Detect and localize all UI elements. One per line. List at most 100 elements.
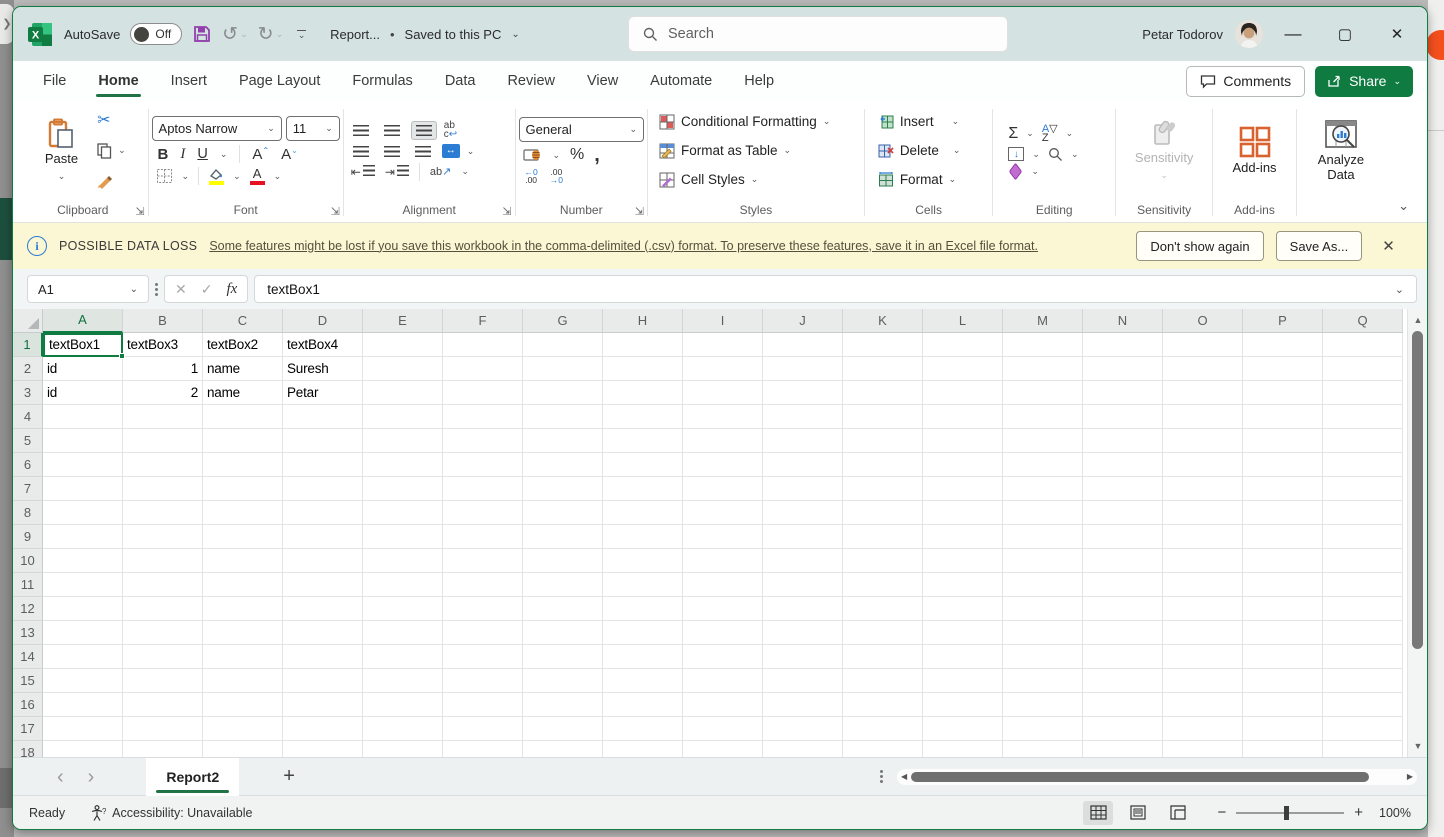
vertical-scroll-thumb[interactable]: [1412, 331, 1423, 649]
cell-D12[interactable]: [283, 597, 363, 621]
cell-H5[interactable]: [603, 429, 683, 453]
cell-G11[interactable]: [523, 573, 603, 597]
cell-D11[interactable]: [283, 573, 363, 597]
cell-N6[interactable]: [1083, 453, 1163, 477]
cell-E12[interactable]: [363, 597, 443, 621]
cell-A5[interactable]: [43, 429, 123, 453]
cell-Q18[interactable]: [1323, 741, 1403, 757]
cell-E14[interactable]: [363, 645, 443, 669]
cell-B8[interactable]: [123, 501, 203, 525]
cell-P18[interactable]: [1243, 741, 1323, 757]
insert-function-button[interactable]: fx: [226, 281, 237, 298]
search-input[interactable]: Search: [628, 16, 1008, 52]
cell-J17[interactable]: [763, 717, 843, 741]
save-icon[interactable]: [192, 24, 212, 44]
cell-P12[interactable]: [1243, 597, 1323, 621]
column-header-D[interactable]: D: [283, 309, 363, 333]
find-select-chevron-icon[interactable]: ⌄: [1071, 149, 1079, 160]
cell-O11[interactable]: [1163, 573, 1243, 597]
cell-Q14[interactable]: [1323, 645, 1403, 669]
cell-D15[interactable]: [283, 669, 363, 693]
cell-L5[interactable]: [923, 429, 1003, 453]
row-header-6[interactable]: 6: [13, 453, 43, 477]
accessibility-status[interactable]: ? Accessibility: Unavailable: [91, 804, 252, 821]
cell-E10[interactable]: [363, 549, 443, 573]
font-name-combo[interactable]: Aptos Narrow ⌄: [151, 116, 282, 141]
cell-C18[interactable]: [203, 741, 283, 757]
cell-G18[interactable]: [523, 741, 603, 757]
zoom-slider[interactable]: − +: [1217, 804, 1363, 821]
cell-I17[interactable]: [683, 717, 763, 741]
horizontal-scroll-thumb[interactable]: [911, 771, 1370, 782]
column-header-M[interactable]: M: [1003, 309, 1083, 333]
cell-O15[interactable]: [1163, 669, 1243, 693]
cell-P2[interactable]: [1243, 357, 1323, 381]
cell-H4[interactable]: [603, 405, 683, 429]
cell-I5[interactable]: [683, 429, 763, 453]
cell-F1[interactable]: [443, 333, 523, 357]
cell-A17[interactable]: [43, 717, 123, 741]
cell-P7[interactable]: [1243, 477, 1323, 501]
cell-N17[interactable]: [1083, 717, 1163, 741]
row-header-10[interactable]: 10: [13, 549, 43, 573]
cell-K1[interactable]: [843, 333, 923, 357]
column-header-L[interactable]: L: [923, 309, 1003, 333]
row-header-14[interactable]: 14: [13, 645, 43, 669]
italic-button[interactable]: I: [180, 146, 185, 163]
cell-P3[interactable]: [1243, 381, 1323, 405]
cell-J9[interactable]: [763, 525, 843, 549]
cell-F13[interactable]: [443, 621, 523, 645]
cell-P11[interactable]: [1243, 573, 1323, 597]
cell-L8[interactable]: [923, 501, 1003, 525]
cell-A9[interactable]: [43, 525, 123, 549]
cell-K14[interactable]: [843, 645, 923, 669]
cell-F8[interactable]: [443, 501, 523, 525]
cell-E4[interactable]: [363, 405, 443, 429]
cell-Q4[interactable]: [1323, 405, 1403, 429]
cell-O1[interactable]: [1163, 333, 1243, 357]
row-header-11[interactable]: 11: [13, 573, 43, 597]
cell-D8[interactable]: [283, 501, 363, 525]
cell-Q7[interactable]: [1323, 477, 1403, 501]
tab-formulas[interactable]: Formulas: [352, 61, 412, 101]
cell-O10[interactable]: [1163, 549, 1243, 573]
cell-G16[interactable]: [523, 693, 603, 717]
cell-J11[interactable]: [763, 573, 843, 597]
select-all-corner[interactable]: [13, 309, 43, 333]
cell-L11[interactable]: [923, 573, 1003, 597]
number-dialog-launcher[interactable]: ⇲: [635, 207, 644, 218]
cell-Q15[interactable]: [1323, 669, 1403, 693]
cell-G15[interactable]: [523, 669, 603, 693]
autosave-toggle[interactable]: Off: [130, 23, 183, 45]
cell-C8[interactable]: [203, 501, 283, 525]
cell-H2[interactable]: [603, 357, 683, 381]
cell-P8[interactable]: [1243, 501, 1323, 525]
cell-H1[interactable]: [603, 333, 683, 357]
cell-N1[interactable]: [1083, 333, 1163, 357]
cell-G10[interactable]: [523, 549, 603, 573]
zoom-out-button[interactable]: −: [1217, 804, 1226, 821]
cell-O9[interactable]: [1163, 525, 1243, 549]
cell-O12[interactable]: [1163, 597, 1243, 621]
cell-G4[interactable]: [523, 405, 603, 429]
cell-F9[interactable]: [443, 525, 523, 549]
merge-chevron-icon[interactable]: ⌄: [467, 146, 475, 157]
warning-message-link[interactable]: Some features might be lost if you save …: [209, 239, 1124, 254]
zoom-level[interactable]: 100%: [1373, 806, 1411, 820]
format-painter-button[interactable]: [95, 169, 128, 195]
cell-J13[interactable]: [763, 621, 843, 645]
cell-N10[interactable]: [1083, 549, 1163, 573]
cell-O13[interactable]: [1163, 621, 1243, 645]
cell-I10[interactable]: [683, 549, 763, 573]
cell-E6[interactable]: [363, 453, 443, 477]
cut-button[interactable]: ✂: [95, 107, 128, 133]
cell-A1[interactable]: textBox1: [43, 333, 125, 359]
underline-button[interactable]: U: [197, 146, 207, 162]
column-header-Q[interactable]: Q: [1323, 309, 1403, 333]
cell-N5[interactable]: [1083, 429, 1163, 453]
format-as-table-button[interactable]: Format as Table ⌄: [657, 137, 793, 164]
cell-A3[interactable]: id: [43, 381, 123, 405]
cell-L3[interactable]: [923, 381, 1003, 405]
row-header-18[interactable]: 18: [13, 741, 43, 757]
increase-font-size-button[interactable]: A⌃: [252, 146, 269, 163]
